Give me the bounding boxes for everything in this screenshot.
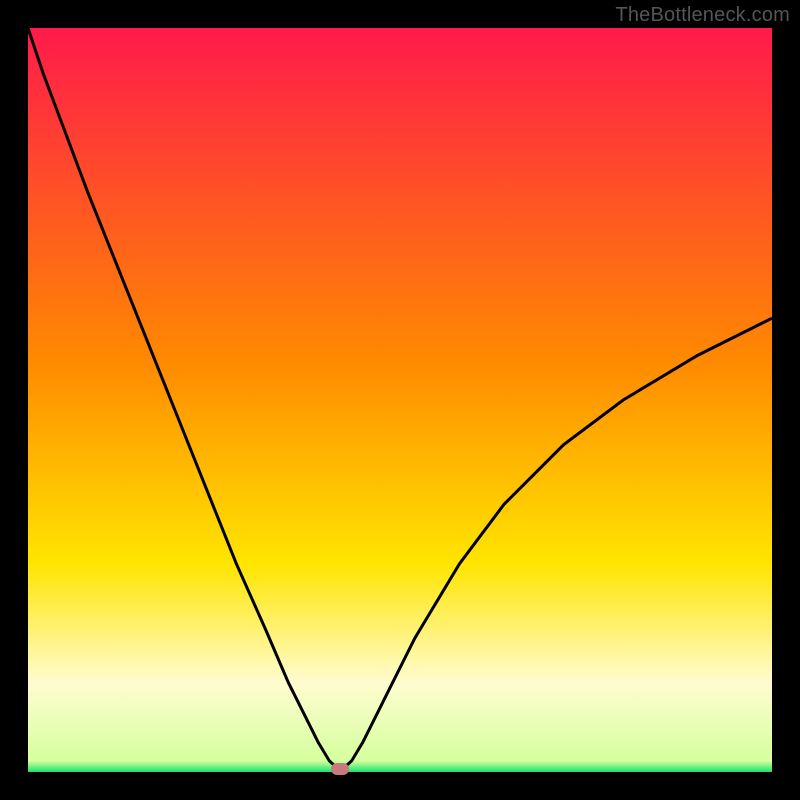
optimum-marker bbox=[331, 763, 349, 775]
watermark-text: TheBottleneck.com bbox=[615, 4, 790, 27]
bottleneck-chart bbox=[28, 28, 772, 772]
gradient-background bbox=[28, 28, 772, 772]
